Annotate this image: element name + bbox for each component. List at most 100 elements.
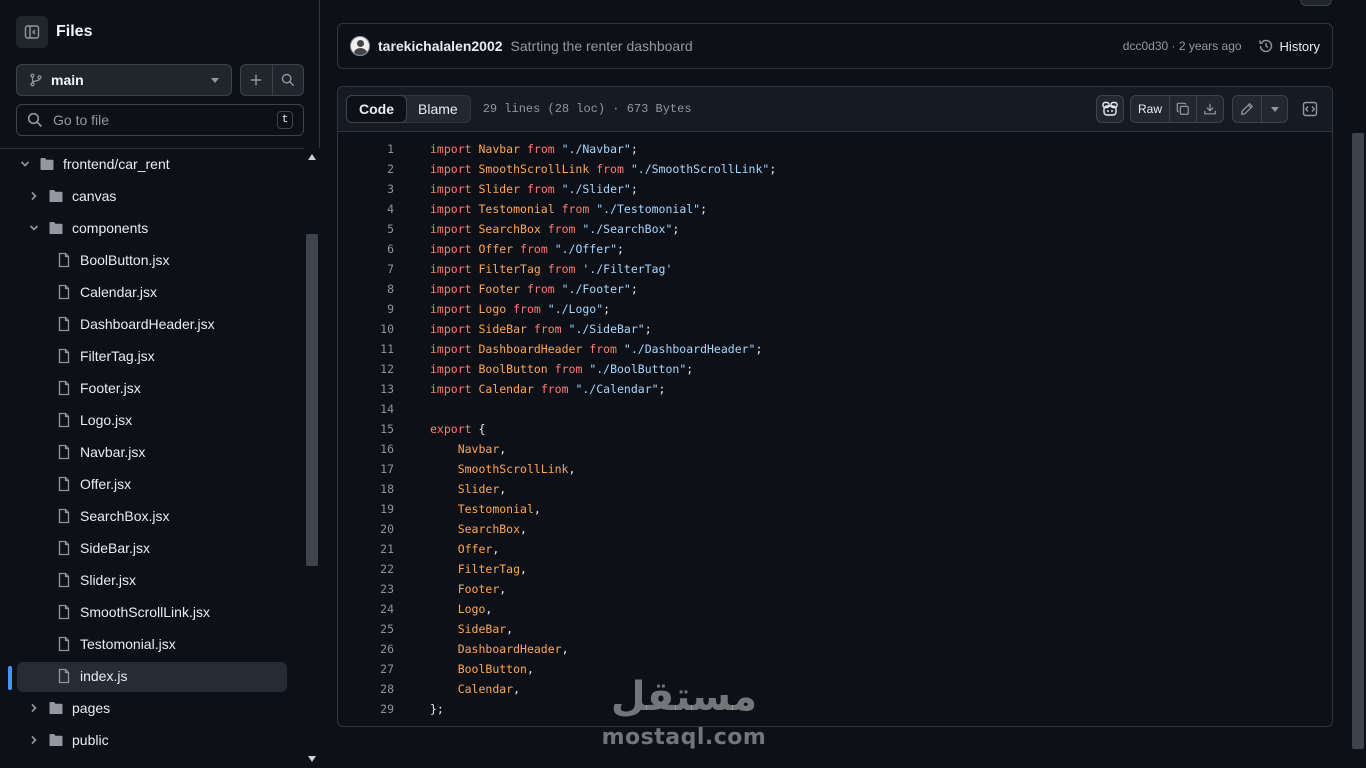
git-branch-icon <box>30 73 42 87</box>
tree-file[interactable]: DashboardHeader.jsx <box>0 310 303 338</box>
line-number[interactable]: 26 <box>338 642 394 656</box>
line-number[interactable]: 6 <box>338 242 394 256</box>
branch-selector[interactable]: main <box>16 64 232 96</box>
tab-code[interactable]: Code <box>346 95 407 123</box>
line-number[interactable]: 27 <box>338 662 394 676</box>
line-number[interactable]: 10 <box>338 322 394 336</box>
line-number[interactable]: 9 <box>338 302 394 316</box>
line-number[interactable]: 15 <box>338 422 394 436</box>
tree-folder[interactable]: frontend/car_rent <box>0 150 303 178</box>
code-line: 1 import Navbar from "./Navbar"; <box>338 139 1332 159</box>
collapse-folder[interactable] <box>17 156 33 172</box>
edit-options-dropdown[interactable] <box>1261 96 1287 122</box>
line-number[interactable]: 5 <box>338 222 394 236</box>
code-token: , <box>568 462 576 476</box>
avatar[interactable] <box>350 36 370 56</box>
line-number[interactable]: 13 <box>338 382 394 396</box>
top-button-fragment[interactable] <box>1300 0 1332 6</box>
tree-file[interactable]: Calendar.jsx <box>0 278 303 306</box>
raw-button[interactable]: Raw <box>1131 96 1169 122</box>
tree-item-label: Offer.jsx <box>80 476 132 492</box>
tree-file[interactable]: Footer.jsx <box>0 374 303 402</box>
tree-item-label: public <box>72 732 109 748</box>
code-line: 12 import BoolButton from "./BoolButton"; <box>338 359 1332 379</box>
tree-file[interactable]: Logo.jsx <box>0 406 303 434</box>
page-scrollbar-thumb[interactable] <box>1352 133 1364 749</box>
tree-file[interactable]: SideBar.jsx <box>0 534 303 562</box>
code-token: ; <box>672 222 680 236</box>
line-number[interactable]: 20 <box>338 522 394 536</box>
line-number[interactable]: 14 <box>338 402 394 416</box>
tree-file[interactable]: Navbar.jsx <box>0 438 303 466</box>
code-token: , <box>485 602 493 616</box>
symbols-panel-button[interactable] <box>1296 95 1324 123</box>
line-number[interactable]: 25 <box>338 622 394 636</box>
code-token: Offer <box>478 242 514 256</box>
commit-message[interactable]: Satrting the renter dashboard <box>511 38 1123 54</box>
tree-file[interactable]: SearchBox.jsx <box>0 502 303 530</box>
tree-folder[interactable]: pages <box>0 694 303 722</box>
edit-file-button[interactable] <box>1233 96 1261 122</box>
line-number[interactable]: 18 <box>338 482 394 496</box>
tab-blame[interactable]: Blame <box>406 96 470 122</box>
latest-commit-bar: tarekichalalen2002 Satrting the renter d… <box>337 23 1333 69</box>
pencil-icon <box>1241 102 1254 115</box>
commit-hash-time[interactable]: dcc0d30 · 2 years ago <box>1123 39 1242 53</box>
code-line: 10 import SideBar from "./SideBar"; <box>338 319 1332 339</box>
scroll-up-arrow-icon[interactable] <box>308 154 316 160</box>
tree-file[interactable]: index.js <box>0 662 303 692</box>
line-number[interactable]: 2 <box>338 162 394 176</box>
tree-item-label: SmoothScrollLink.jsx <box>80 604 210 620</box>
line-number[interactable]: 8 <box>338 282 394 296</box>
scroll-down-arrow-icon[interactable] <box>308 756 316 762</box>
copy-raw-button[interactable] <box>1169 96 1196 122</box>
search-code-button[interactable] <box>271 65 304 95</box>
tree-file[interactable]: SmoothScrollLink.jsx <box>0 598 303 626</box>
line-number[interactable]: 28 <box>338 682 394 696</box>
code-token: Navbar <box>457 442 500 456</box>
line-source: FilterTag, <box>430 562 527 576</box>
expand-folder[interactable] <box>26 188 42 204</box>
add-file-button[interactable] <box>241 65 272 95</box>
line-number[interactable]: 1 <box>338 142 394 156</box>
tree-file[interactable]: FilterTag.jsx <box>0 342 303 370</box>
go-to-file-input[interactable]: Go to file t <box>16 104 304 136</box>
line-number[interactable]: 22 <box>338 562 394 576</box>
tree-folder[interactable]: canvas <box>0 182 303 210</box>
tree-file[interactable]: Offer.jsx <box>0 470 303 498</box>
folder-icon <box>49 734 63 746</box>
line-number[interactable]: 12 <box>338 362 394 376</box>
tree-folder[interactable]: components <box>0 214 303 242</box>
code-line: 3 import Slider from "./Slider"; <box>338 179 1332 199</box>
file-stats: 29 lines (28 loc) · 673 Bytes <box>482 102 692 116</box>
line-number[interactable]: 21 <box>338 542 394 556</box>
tree-file[interactable]: Testomonial.jsx <box>0 630 303 658</box>
history-button[interactable]: History <box>1258 38 1320 54</box>
line-number[interactable]: 23 <box>338 582 394 596</box>
expand-folder[interactable] <box>26 700 42 716</box>
code-token: Logo <box>478 302 507 316</box>
download-button[interactable] <box>1196 96 1223 122</box>
expand-folder[interactable] <box>26 732 42 748</box>
line-number[interactable]: 17 <box>338 462 394 476</box>
tree-folder[interactable]: public <box>0 726 303 754</box>
line-number[interactable]: 16 <box>338 442 394 456</box>
line-number[interactable]: 4 <box>338 202 394 216</box>
line-number[interactable]: 7 <box>338 262 394 276</box>
tree-file[interactable]: BoolButton.jsx <box>0 246 303 274</box>
code-token: "./Footer" <box>561 282 631 296</box>
collapse-sidebar-button[interactable] <box>16 16 48 48</box>
line-number[interactable]: 29 <box>338 702 394 716</box>
collapse-folder[interactable] <box>26 220 42 236</box>
line-source: import SearchBox from "./SearchBox"; <box>430 222 679 236</box>
copilot-button[interactable] <box>1096 95 1124 123</box>
line-number[interactable]: 19 <box>338 502 394 516</box>
code-token: ; <box>769 162 777 176</box>
sidebar-scrollbar-thumb[interactable] <box>306 234 318 566</box>
code-line: 17 SmoothScrollLink, <box>338 459 1332 479</box>
line-number[interactable]: 24 <box>338 602 394 616</box>
line-number[interactable]: 3 <box>338 182 394 196</box>
line-number[interactable]: 11 <box>338 342 394 356</box>
tree-file[interactable]: Slider.jsx <box>0 566 303 594</box>
commit-author[interactable]: tarekichalalen2002 <box>378 38 503 54</box>
